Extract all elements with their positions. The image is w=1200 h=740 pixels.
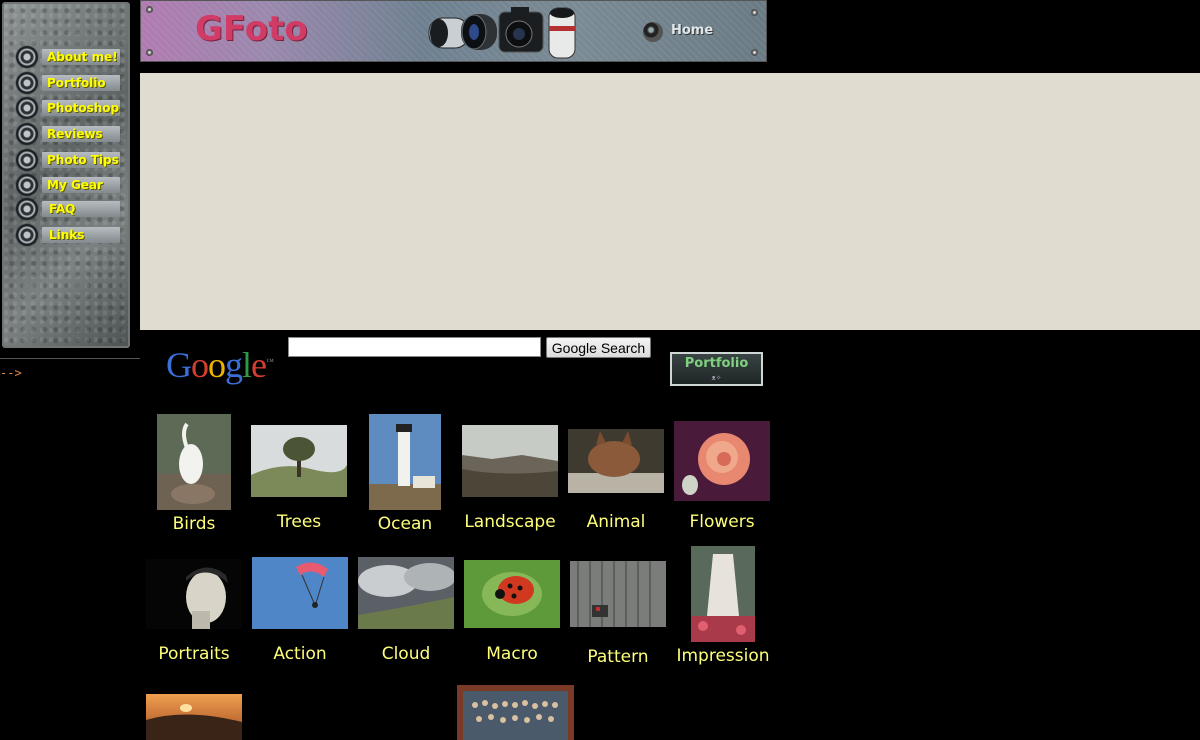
- nav-knob-icon: [16, 123, 38, 145]
- sidebar-item-faq[interactable]: FAQ: [16, 198, 120, 220]
- sidebar-item-label: Reviews: [47, 127, 103, 141]
- sidebar-item-about-me[interactable]: About me!: [16, 46, 120, 68]
- portfolio-badge-button[interactable]: Portfolio ᴥ✧: [670, 352, 763, 386]
- home-link-label: Home: [671, 23, 714, 38]
- home-knob-icon: [643, 22, 663, 42]
- site-logo[interactable]: GFoto: [195, 9, 308, 49]
- sidebar-item-label: Photoshop: [47, 101, 120, 115]
- landscape-thumbnail: [462, 425, 558, 497]
- action-thumbnail: [252, 557, 348, 629]
- main-content-panel: [140, 73, 1200, 330]
- google-logo: Google™: [166, 345, 274, 385]
- portraits-thumbnail: [146, 559, 242, 629]
- nav-knob-icon: [16, 46, 38, 68]
- nav-knob-icon: [16, 224, 38, 246]
- animal-thumbnail: [568, 429, 664, 493]
- ocean-thumbnail: [369, 414, 441, 510]
- gallery-caption: Flowers: [689, 512, 755, 532]
- sunset-thumbnail: [146, 694, 242, 740]
- divider: [0, 358, 140, 359]
- screw-icon: [751, 9, 758, 16]
- sidebar-item-label: FAQ: [49, 202, 76, 216]
- sidebar-item-reviews[interactable]: Reviews: [16, 123, 120, 145]
- home-link[interactable]: Home: [643, 21, 723, 43]
- nav-knob-icon: [16, 198, 38, 220]
- screw-icon: [146, 6, 153, 13]
- impression-thumbnail: [691, 546, 755, 642]
- nav-knob-icon: [16, 149, 38, 171]
- screw-icon: [146, 49, 153, 56]
- stray-comment-text: -->: [0, 366, 22, 380]
- gallery-caption: Impression: [676, 646, 770, 666]
- camera-lenses-image: [428, 7, 576, 59]
- sidebar-item-label: About me!: [47, 50, 118, 64]
- sidebar-item-photoshop[interactable]: Photoshop: [16, 97, 120, 119]
- nav-knob-icon: [16, 97, 38, 119]
- group-photo-thumbnail: [457, 685, 574, 740]
- screw-icon: [751, 49, 758, 56]
- portfolio-badge-label: Portfolio: [684, 356, 749, 371]
- sidebar-item-label: Portfolio: [47, 76, 106, 90]
- sidebar-item-portfolio[interactable]: Portfolio: [16, 72, 120, 94]
- sidebar-item-label: Photo Tips: [47, 153, 119, 167]
- sidebar-item-my-gear[interactable]: My Gear: [16, 174, 120, 196]
- google-search-button[interactable]: Google Search: [546, 337, 651, 358]
- sidebar-item-links[interactable]: Links: [16, 224, 120, 246]
- nav-knob-icon: [16, 174, 38, 196]
- header-banner: GFoto Home: [140, 0, 767, 62]
- macro-thumbnail: [464, 560, 560, 628]
- portfolio-badge-sub: ᴥ✧: [711, 374, 722, 382]
- birds-thumbnail: [157, 414, 231, 510]
- sidebar-item-label: Links: [49, 228, 85, 242]
- nav-knob-icon: [16, 72, 38, 94]
- flowers-thumbnail: [674, 421, 770, 501]
- pattern-thumbnail: [570, 561, 666, 627]
- cloud-thumbnail: [358, 557, 454, 629]
- trees-thumbnail: [251, 425, 347, 497]
- sidebar-nav: About me! Portfolio Photoshop Reviews Ph…: [2, 2, 130, 348]
- sidebar-item-photo-tips[interactable]: Photo Tips: [16, 149, 120, 171]
- search-input[interactable]: [288, 337, 541, 357]
- sidebar-item-label: My Gear: [47, 178, 103, 192]
